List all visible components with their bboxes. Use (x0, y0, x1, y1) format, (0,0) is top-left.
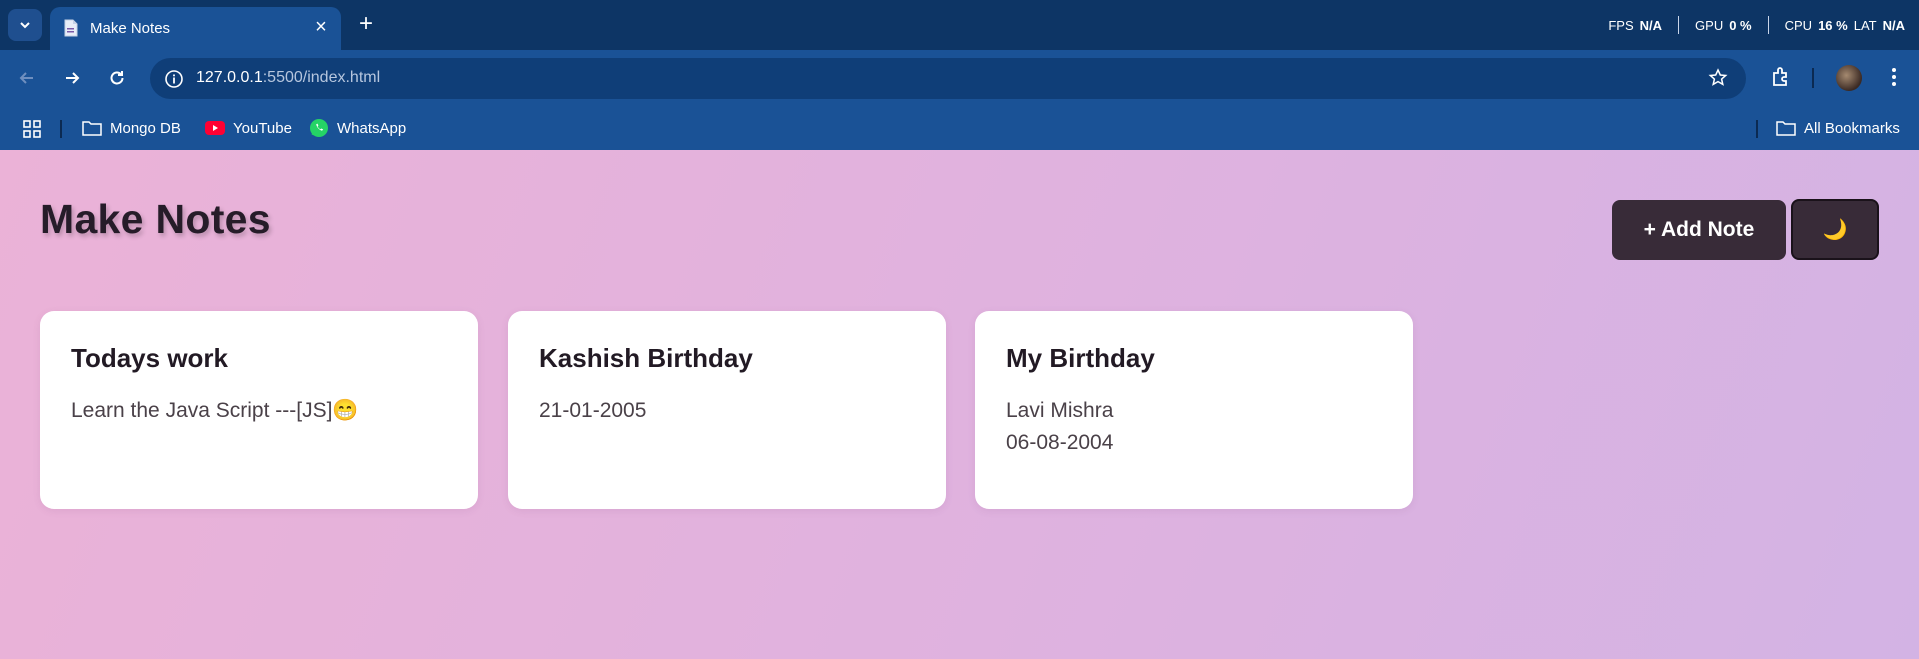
fps-label: FPS (1608, 17, 1634, 33)
bookmark-label: Mongo DB (110, 119, 181, 137)
note-card[interactable]: Kashish Birthday 21-01-2005 (508, 311, 946, 509)
back-button[interactable] (14, 65, 40, 91)
profile-avatar[interactable] (1836, 65, 1862, 91)
chevron-down-icon (20, 22, 30, 29)
extensions-icon[interactable] (1770, 65, 1794, 89)
bookmarks-bar: Mongo DB YouTube WhatsApp All Bookmarks (0, 107, 1919, 150)
bookmark-whatsapp[interactable]: WhatsApp (309, 115, 406, 141)
fps-value: N/A (1639, 17, 1663, 33)
whatsapp-icon (310, 119, 328, 137)
cpu-value: 16 % (1818, 17, 1848, 33)
lat-value: N/A (1882, 17, 1905, 33)
performance-stats: FPS N/A GPU 0 % CPU 16 % LAT N/A (1608, 16, 1905, 34)
cpu-label: CPU (1784, 17, 1813, 33)
bookmark-label: WhatsApp (337, 119, 407, 137)
bookmark-youtube[interactable]: YouTube (205, 115, 292, 141)
reload-button[interactable] (104, 65, 130, 91)
address-bar[interactable]: 127.0.0.1:5500/index.html (150, 58, 1746, 99)
note-body: Learn the Java Script ---[JS]😁 (71, 399, 359, 422)
stats-divider (1678, 16, 1680, 34)
star-icon[interactable] (1708, 68, 1728, 88)
url-text[interactable]: 127.0.0.1:5500/index.html (196, 69, 380, 87)
folder-icon (82, 121, 102, 136)
more-vertical-icon[interactable] (1884, 65, 1904, 89)
lat-label: LAT (1853, 17, 1877, 33)
gpu-label: GPU (1695, 17, 1724, 33)
browser-tab-bar: Make Notes × + FPS N/A GPU 0 % CPU 16 % … (0, 0, 1919, 50)
theme-toggle-button[interactable]: 🌙 (1791, 199, 1879, 260)
url-path: :5500/index.html (262, 69, 381, 86)
forward-button[interactable] (59, 65, 85, 91)
apps-grid-icon[interactable] (22, 119, 42, 139)
page-title: Make Notes (40, 196, 271, 242)
tab-title: Make Notes (90, 20, 171, 37)
add-note-button[interactable]: + Add Note (1612, 200, 1786, 260)
note-card[interactable]: My Birthday Lavi Mishra 06-08-2004 (975, 311, 1413, 509)
reload-icon (110, 71, 124, 85)
moon-icon: 🌙 (1822, 219, 1848, 241)
arrow-left-icon (19, 72, 33, 84)
note-body: Lavi Mishra 06-08-2004 (1006, 399, 1114, 454)
close-tab-icon[interactable]: × (311, 17, 331, 37)
active-tab[interactable]: Make Notes × (50, 7, 341, 50)
bookmark-label: YouTube (233, 119, 292, 137)
browser-toolbar: 127.0.0.1:5500/index.html (0, 50, 1919, 107)
tab-search-button[interactable] (8, 9, 42, 41)
bookmark-mongo-db[interactable]: Mongo DB (82, 115, 181, 141)
note-card[interactable]: Todays work Learn the Java Script ---[JS… (40, 311, 478, 509)
url-host: 127.0.0.1 (196, 69, 263, 86)
note-title: My Birthday (1006, 343, 1155, 373)
gpu-value: 0 % (1729, 17, 1752, 33)
document-icon (64, 19, 78, 37)
all-bookmarks-label: All Bookmarks (1804, 119, 1900, 137)
note-body: 21-01-2005 (539, 399, 647, 422)
toolbar-divider (1812, 68, 1814, 88)
new-tab-icon[interactable]: + (354, 12, 378, 36)
stats-divider (1767, 16, 1769, 34)
bookmarks-divider (1756, 120, 1758, 138)
note-title: Kashish Birthday (539, 343, 753, 373)
youtube-icon (205, 121, 225, 135)
info-icon[interactable] (164, 69, 184, 89)
folder-icon (1776, 121, 1796, 136)
notes-page: Make Notes + Add Note 🌙 Todays work Lear… (0, 150, 1919, 659)
all-bookmarks-button[interactable]: All Bookmarks (1776, 115, 1900, 141)
note-title: Todays work (71, 343, 229, 373)
bookmarks-divider (60, 120, 62, 138)
arrow-right-icon (66, 72, 80, 84)
